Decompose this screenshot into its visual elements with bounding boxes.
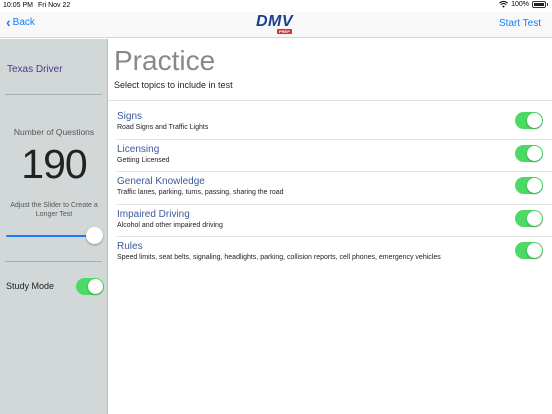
- driver-label: Texas Driver: [7, 64, 63, 75]
- topic-toggle-rules[interactable]: [515, 242, 543, 259]
- topic-description: Traffic lanes, parking, turns, passing, …: [117, 189, 284, 196]
- chevron-left-icon: ‹: [6, 14, 11, 30]
- topic-description: Speed limits, seat belts, signaling, hea…: [117, 254, 441, 261]
- topic-row-licensing[interactable]: Licensing Getting Licensed: [109, 140, 552, 172]
- sidebar-divider: [5, 94, 102, 95]
- topic-row-signs[interactable]: Signs Road Signs and Traffic Lights: [109, 107, 552, 140]
- sidebar: Texas Driver Number of Questions 190 Adj…: [0, 39, 108, 414]
- study-mode-label: Study Mode: [6, 281, 55, 291]
- topic-toggle-licensing[interactable]: [515, 144, 543, 162]
- start-test-button[interactable]: Start Test: [499, 18, 541, 29]
- question-slider-thumb[interactable]: [86, 227, 103, 244]
- back-label: Back: [12, 16, 35, 28]
- topic-title: Impaired Driving: [117, 208, 190, 220]
- header-divider: [109, 100, 552, 101]
- back-button[interactable]: ‹ Back: [6, 14, 35, 30]
- sidebar-divider: [5, 261, 102, 262]
- wifi-icon: [499, 1, 509, 8]
- page-subtitle: Select topics to include in test: [114, 80, 233, 90]
- question-slider-track[interactable]: [6, 235, 94, 237]
- status-bar: 10:05 PM Fri Nov 22 100%: [0, 0, 552, 12]
- topic-description: Road Signs and Traffic Lights: [117, 124, 209, 131]
- topic-title: General Knowledge: [117, 176, 205, 187]
- slider-hint: Adjust the Slider to Create a Longer Tes…: [10, 202, 98, 218]
- nav-bar: ‹ Back DMV PREP Start Test: [0, 12, 552, 38]
- topic-description: Getting Licensed: [117, 156, 170, 164]
- topic-list: Signs Road Signs and Traffic Lights Lice…: [109, 107, 552, 270]
- topic-row-rules[interactable]: Rules Speed limits, seat belts, signalin…: [109, 237, 552, 270]
- topic-row-general-knowledge[interactable]: General Knowledge Traffic lanes, parking…: [109, 172, 552, 205]
- topic-title: Signs: [117, 111, 143, 122]
- logo-badge: PREP: [277, 29, 292, 34]
- study-mode-toggle[interactable]: [76, 278, 104, 295]
- questions-label: Number of Questions: [13, 127, 95, 137]
- topic-toggle-general-knowledge[interactable]: [515, 177, 543, 194]
- topic-row-impaired-driving[interactable]: Impaired Driving Alcohol and other impai…: [109, 205, 552, 237]
- topic-title: Licensing: [117, 143, 160, 155]
- questions-value: 190: [21, 141, 87, 187]
- topic-description: Alcohol and other impaired driving: [117, 221, 223, 229]
- topic-toggle-signs[interactable]: [515, 112, 543, 129]
- main-panel: Practice Select topics to include in tes…: [109, 39, 552, 414]
- topic-title: Rules: [117, 241, 143, 252]
- status-time: 10:05 PM: [3, 2, 33, 9]
- battery-tip: [547, 3, 548, 6]
- status-right: 100%: [499, 1, 548, 8]
- status-date: Fri Nov 22: [38, 2, 71, 9]
- topic-toggle-impaired-driving[interactable]: [515, 209, 543, 227]
- app-logo: DMV PREP: [252, 13, 300, 37]
- battery-icon: [532, 1, 546, 8]
- battery-percent: 100%: [511, 1, 529, 8]
- page-title: Practice: [114, 45, 216, 76]
